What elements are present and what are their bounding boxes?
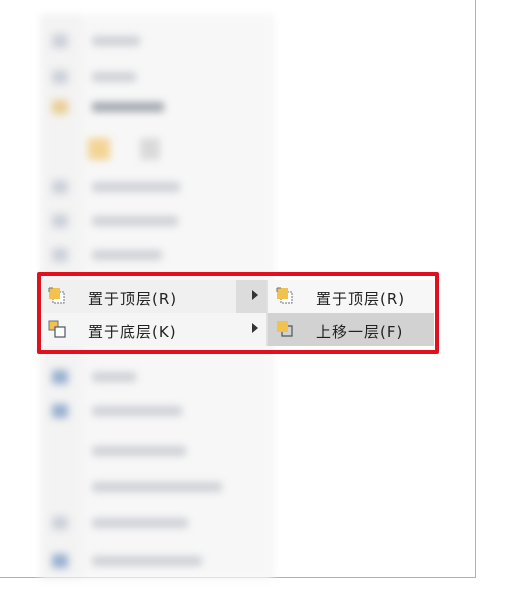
blurred-paste-icon: [140, 138, 160, 160]
blurred-menu-item: [92, 216, 178, 226]
blurred-menu-item: [92, 482, 222, 492]
red-highlight-box: [37, 272, 439, 354]
blurred-icon: [52, 516, 68, 530]
blurred-menu-item: [92, 250, 162, 260]
blurred-menu-item: [92, 406, 182, 416]
blurred-icon: [52, 214, 68, 228]
blurred-paste-icon: [88, 138, 110, 160]
blurred-icon: [52, 180, 68, 194]
blurred-menu-item: [92, 36, 140, 46]
blurred-icon: [52, 554, 68, 568]
blurred-icon: [52, 404, 68, 418]
blurred-icon: [52, 248, 68, 262]
blurred-menu-item: [92, 372, 136, 382]
blurred-icon: [52, 70, 68, 84]
blurred-menu-item: [92, 446, 186, 456]
blurred-menu-item: [92, 182, 180, 192]
blurred-menu-item: [92, 72, 136, 82]
blurred-icon: [52, 34, 68, 48]
blurred-menu-item: [92, 518, 188, 528]
blurred-icon: [52, 370, 68, 384]
blurred-menu-item: [92, 556, 202, 566]
blurred-menu-item: [92, 102, 164, 112]
blurred-icon: [52, 100, 68, 114]
